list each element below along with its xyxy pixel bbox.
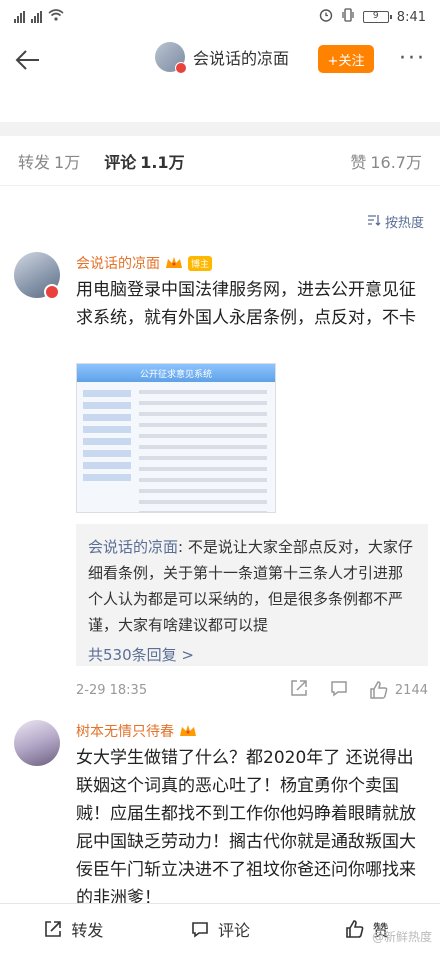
tab-repost[interactable]: 转发 1万	[18, 149, 80, 173]
tab-bar: 转发 1万 评论 1.1万 赞 16.7万	[0, 136, 440, 186]
reply-icon[interactable]	[329, 678, 349, 702]
repost-icon	[45, 920, 62, 937]
alarm-icon	[319, 8, 333, 26]
comment-author-name[interactable]: 会说话的凉面	[76, 253, 160, 273]
back-arrow-icon[interactable]	[0, 34, 56, 86]
view-replies-link[interactable]: 共530条回复 >	[88, 644, 416, 665]
repost-label: 转发	[71, 920, 104, 940]
nav-user[interactable]: 会说话的凉面	[155, 42, 290, 74]
crown-icon	[166, 257, 182, 268]
follow-button[interactable]: +关注	[318, 45, 374, 73]
repost-button[interactable]: 转发	[0, 917, 147, 941]
page-title: 会说话的凉面	[193, 49, 290, 68]
tab-likes-count: 16.7万	[370, 152, 422, 172]
sort-label: 按热度	[384, 216, 424, 231]
comment-button[interactable]: 评论	[147, 917, 294, 941]
comment-label: 评论	[218, 920, 251, 940]
comment-author-row: 会说话的凉面 博主	[76, 253, 213, 273]
comment-author-name[interactable]: 树本无情只待春	[76, 721, 174, 741]
verified-badge-icon	[175, 62, 187, 74]
like-count: 2144	[394, 682, 428, 698]
crown-icon	[180, 725, 196, 736]
wifi-icon	[48, 9, 64, 25]
like-button[interactable]: 2144	[369, 680, 428, 700]
tab-comment[interactable]: 评论 1.1万	[104, 149, 184, 173]
status-bar: 9 8:41	[0, 0, 440, 34]
battery-icon: 9	[362, 11, 392, 23]
comment-author-row: 树本无情只待春	[76, 721, 197, 741]
comment-time: 2-29 18:35	[76, 682, 148, 698]
tab-comment-label: 评论	[104, 152, 137, 172]
comment-text: 女大学生做错了什么？都2020年了 还说得出联姻这个词真的恶心吐了！杨宜勇你个卖…	[76, 748, 416, 908]
comment-image[interactable]: 公开征求意见系统	[76, 363, 276, 513]
image-sidebar	[83, 390, 131, 486]
tab-repost-label: 转发	[18, 152, 51, 172]
watermark: @新鲜热度	[371, 930, 432, 944]
comment-text: 用电脑登录中国法律服务网，进去公开意见征求系统，就有外国人永居条例，点反对，不卡	[76, 280, 416, 328]
blogger-tag: 博主	[188, 255, 213, 271]
thumbs-up-icon	[370, 681, 388, 699]
share-icon[interactable]	[289, 678, 309, 702]
signal-icon	[14, 11, 25, 23]
avatar[interactable]	[14, 720, 60, 766]
reply-box[interactable]: 会说话的凉面: 不是说让大家全部点反对，大家仔细看条例，关于第十一条道第十三条人…	[76, 524, 428, 666]
avatar[interactable]	[155, 42, 187, 74]
tab-likes[interactable]: 赞 16.7万	[350, 149, 422, 173]
verified-badge-icon	[44, 284, 60, 300]
section-divider	[0, 122, 440, 136]
reply-author[interactable]: 会说话的凉面	[88, 538, 178, 556]
sort-icon	[367, 214, 381, 230]
image-content	[139, 390, 267, 512]
tab-comment-count: 1.1万	[140, 152, 185, 172]
vibrate-icon	[341, 8, 355, 26]
status-time: 8:41	[396, 9, 426, 25]
signal-icon	[31, 11, 42, 23]
tab-repost-count: 1万	[54, 152, 81, 172]
reply-text: 会说话的凉面: 不是说让大家全部点反对，大家仔细看条例，关于第十一条道第十三条人…	[88, 538, 413, 634]
comment-meta: 2-29 18:35 2144	[76, 678, 428, 702]
image-title: 公开征求意见系统	[77, 364, 275, 382]
tab-likes-label: 赞	[350, 152, 367, 172]
top-nav: 会说话的凉面 +关注 ···	[0, 34, 440, 86]
more-options-icon[interactable]: ···	[399, 46, 426, 71]
comment-icon	[192, 921, 208, 938]
thumbs-up-icon	[345, 919, 364, 938]
sort-by-hot[interactable]: 按热度	[367, 212, 424, 231]
